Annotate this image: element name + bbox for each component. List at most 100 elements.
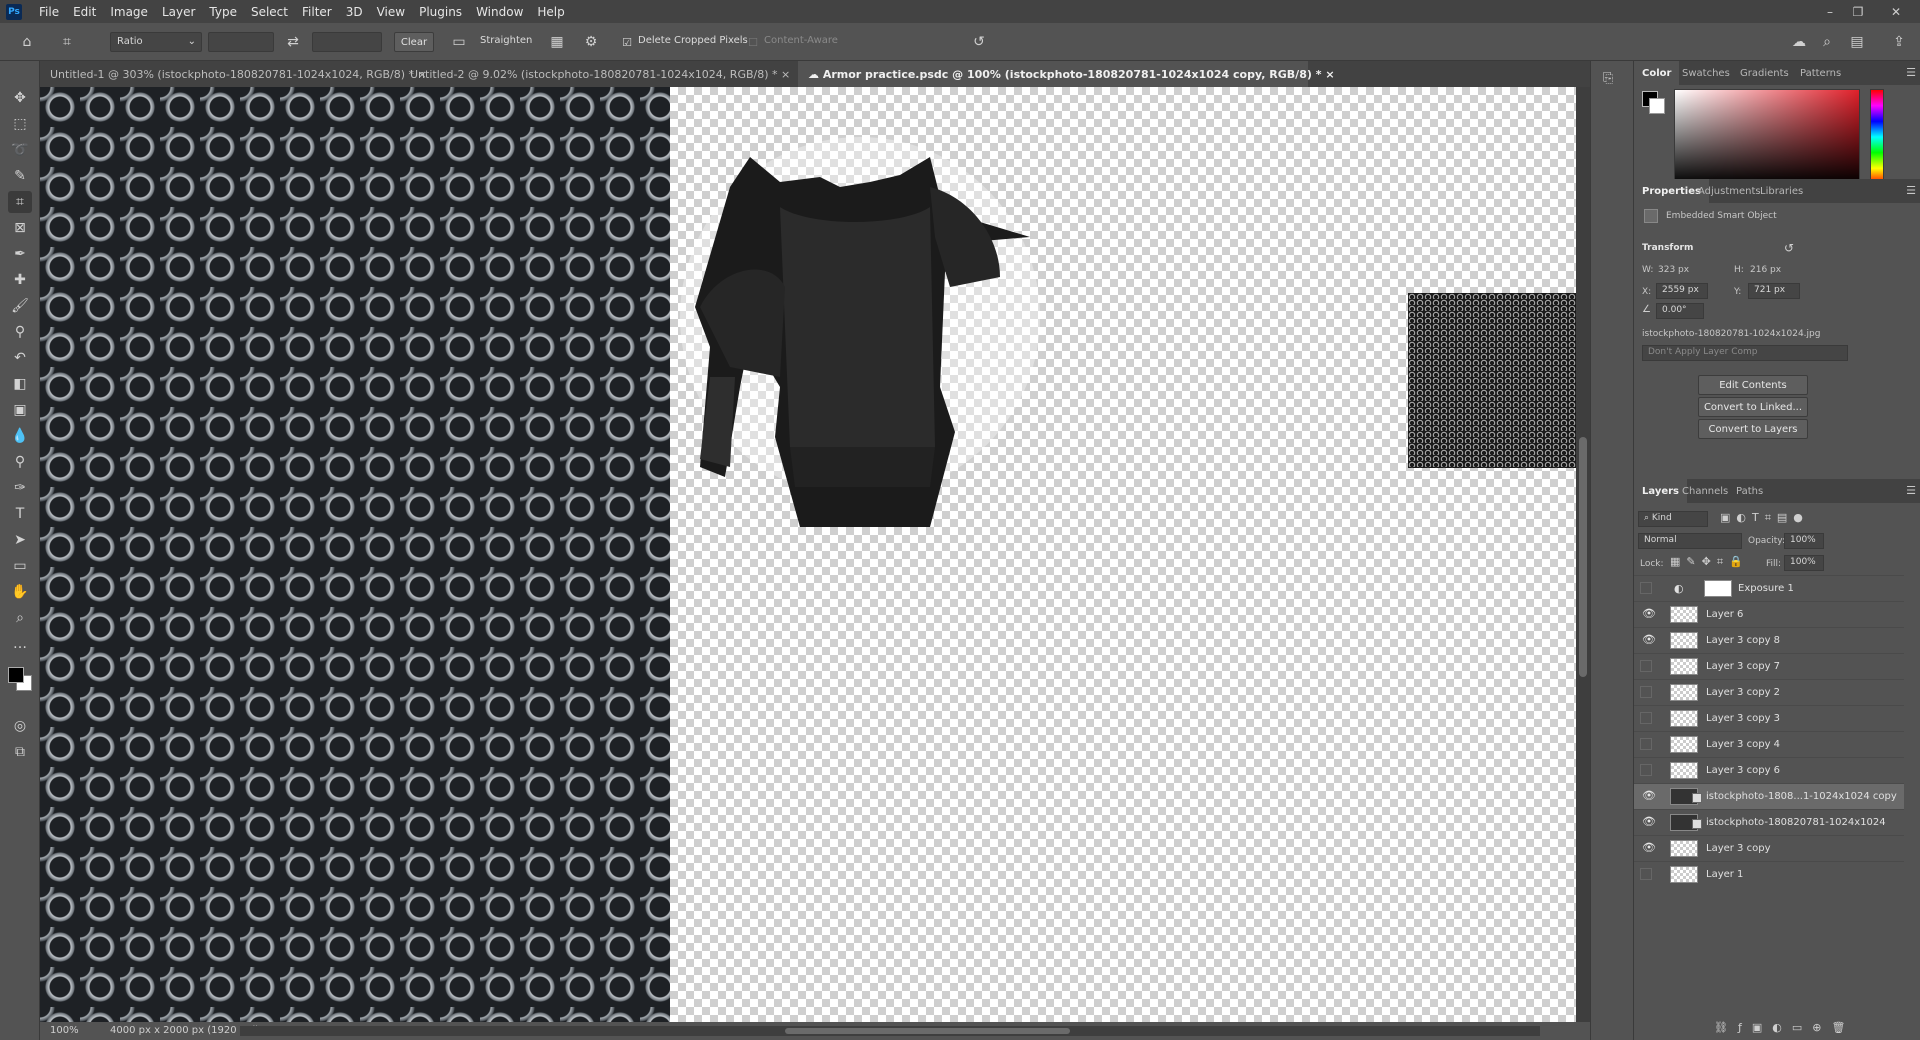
document-info[interactable]: 4000 px x 2000 px (1920 ppi) — [110, 1025, 259, 1036]
quick-select-tool-icon[interactable]: ✎ — [8, 165, 32, 187]
angle-field[interactable]: 0.00° — [1656, 303, 1704, 319]
frame-tool-icon[interactable]: ⊠ — [8, 217, 32, 239]
screen-mode-icon[interactable]: ⧉ — [8, 741, 32, 763]
more-tools-icon[interactable]: … — [8, 633, 32, 655]
layer-row[interactable]: Layer 3 copy 6 — [1634, 757, 1904, 783]
marquee-tool-icon[interactable]: ⬚ — [8, 113, 32, 135]
vertical-scrollbar[interactable] — [1576, 87, 1590, 1022]
crop-height-field[interactable] — [312, 32, 382, 52]
layer-filter-icons[interactable]: ▣◐T⌗▤● — [1720, 511, 1809, 525]
layer-row[interactable]: ◐ Exposure 1 — [1634, 575, 1904, 601]
close-window-button[interactable]: ✕ — [1882, 0, 1910, 23]
visibility-toggle[interactable] — [1640, 660, 1652, 672]
panel-menu-icon[interactable]: ☰ — [1906, 484, 1916, 497]
brush-tool-icon[interactable]: 🖌 — [8, 295, 32, 317]
menu-select[interactable]: Select — [244, 5, 295, 19]
menu-view[interactable]: View — [370, 5, 412, 19]
opacity-field[interactable]: 100% — [1784, 533, 1824, 549]
convert-to-linked-button[interactable]: Convert to Linked... — [1698, 397, 1808, 417]
zoom-level[interactable]: 100% — [50, 1025, 79, 1036]
share-icon[interactable]: ⇪ — [1890, 33, 1908, 51]
layer-row[interactable]: Layer 3 copy 3 — [1634, 705, 1904, 731]
tab-color[interactable]: Color — [1634, 61, 1680, 85]
eye-icon[interactable]: 👁 — [1642, 633, 1656, 647]
menu-plugins[interactable]: Plugins — [412, 5, 469, 19]
eyedropper-tool-icon[interactable]: ✒ — [8, 243, 32, 265]
blend-mode-select[interactable]: Normal — [1638, 533, 1742, 549]
visibility-toggle[interactable] — [1640, 868, 1652, 880]
hand-tool-icon[interactable]: ✋ — [8, 581, 32, 603]
scroll-thumb[interactable] — [1579, 437, 1587, 677]
pen-tool-icon[interactable]: ✑ — [8, 477, 32, 499]
tab-paths[interactable]: Paths — [1728, 479, 1771, 503]
height-value[interactable]: 216 px — [1750, 265, 1781, 275]
panel-menu-icon[interactable]: ☰ — [1906, 66, 1916, 79]
width-value[interactable]: 323 px — [1658, 265, 1689, 275]
gear-icon[interactable]: ⚙ — [582, 33, 600, 51]
type-tool-icon[interactable]: T — [8, 503, 32, 525]
visibility-toggle[interactable] — [1640, 582, 1652, 594]
content-aware-checkbox[interactable]: ☐ — [744, 33, 762, 51]
visibility-toggle[interactable] — [1640, 712, 1652, 724]
straighten-label[interactable]: Straighten — [480, 35, 532, 46]
grid-overlay-icon[interactable]: ▦ — [548, 33, 566, 51]
background-color-swatch[interactable] — [1649, 98, 1665, 114]
menu-edit[interactable]: Edit — [66, 5, 103, 19]
delete-cropped-checkbox[interactable]: ☑ — [618, 33, 636, 51]
layer-comp-select[interactable]: Don't Apply Layer Comp — [1642, 345, 1848, 361]
zoom-tool-icon[interactable]: ⌕ — [8, 607, 32, 629]
color-picker-field[interactable] — [1674, 89, 1860, 185]
reset-transform-icon[interactable]: ↺ — [1784, 241, 1794, 255]
eye-icon[interactable]: 👁 — [1642, 815, 1656, 829]
lock-icons[interactable]: ▦✎✥⌗🔒 — [1670, 555, 1749, 569]
doc-tab-armor-practice[interactable]: ☁ Armor practice.psdc @ 100% (istockphot… — [798, 61, 1335, 87]
layer-row[interactable]: 👁 istockphoto-1808...1-1024x1024 copy — [1634, 783, 1904, 809]
menu-filter[interactable]: Filter — [295, 5, 339, 19]
quick-mask-icon[interactable]: ◎ — [8, 715, 32, 737]
swap-icon[interactable]: ⇄ — [284, 33, 302, 51]
ratio-select[interactable]: Ratio ⌄ — [110, 32, 202, 52]
menu-type[interactable]: Type — [202, 5, 244, 19]
lasso-tool-icon[interactable]: ➰ — [8, 139, 32, 161]
fill-field[interactable]: 100% — [1784, 555, 1824, 571]
straighten-icon[interactable]: ▭ — [450, 33, 468, 51]
layer-row[interactable]: Layer 3 copy 2 — [1634, 679, 1904, 705]
visibility-toggle[interactable] — [1640, 738, 1652, 750]
doc-tab-untitled-2[interactable]: Untitled-2 @ 9.02% (istockphoto-18082078… — [400, 61, 790, 87]
menu-file[interactable]: File — [32, 5, 66, 19]
tab-channels[interactable]: Channels — [1674, 479, 1736, 503]
home-icon[interactable]: ⌂ — [18, 33, 36, 51]
eye-icon[interactable]: 👁 — [1642, 607, 1656, 621]
move-tool-icon[interactable]: ✥ — [8, 87, 32, 109]
search-icon[interactable]: ⌕ — [1818, 33, 1836, 51]
visibility-toggle[interactable] — [1640, 764, 1652, 776]
canvas-area[interactable] — [40, 87, 1590, 1022]
convert-to-layers-button[interactable]: Convert to Layers — [1698, 419, 1808, 439]
y-position-field[interactable]: 721 px — [1748, 283, 1800, 299]
layer-row[interactable]: Layer 3 copy 4 — [1634, 731, 1904, 757]
path-select-icon[interactable]: ➤ — [8, 529, 32, 551]
layer-row[interactable]: 👁 Layer 6 — [1634, 601, 1904, 627]
layer-row[interactable]: 👁 Layer 3 copy — [1634, 835, 1904, 861]
menu-image[interactable]: Image — [103, 5, 155, 19]
healing-brush-icon[interactable]: ✚ — [8, 269, 32, 291]
edit-contents-button[interactable]: Edit Contents — [1698, 375, 1808, 395]
menu-layer[interactable]: Layer — [155, 5, 202, 19]
crop-tool-icon[interactable]: ⌗ — [58, 33, 76, 51]
scroll-thumb[interactable] — [785, 1028, 1070, 1034]
tab-gradients[interactable]: Gradients — [1732, 61, 1797, 85]
visibility-toggle[interactable] — [1640, 686, 1652, 698]
close-icon[interactable]: × — [781, 68, 790, 81]
rectangle-tool-icon[interactable]: ▭ — [8, 555, 32, 577]
tab-swatches[interactable]: Swatches — [1674, 61, 1738, 85]
menu-window[interactable]: Window — [469, 5, 530, 19]
workspace-icon[interactable]: ▤ — [1848, 33, 1866, 51]
reset-icon[interactable]: ↺ — [970, 33, 988, 51]
hue-slider[interactable] — [1870, 89, 1884, 185]
tab-libraries[interactable]: Libraries — [1752, 179, 1811, 203]
history-brush-icon[interactable]: ↶ — [8, 347, 32, 369]
foreground-color-swatch[interactable] — [8, 667, 24, 683]
menu-3d[interactable]: 3D — [339, 5, 370, 19]
chainmail-smart-object[interactable] — [1408, 293, 1578, 468]
crop-width-field[interactable] — [208, 32, 274, 52]
